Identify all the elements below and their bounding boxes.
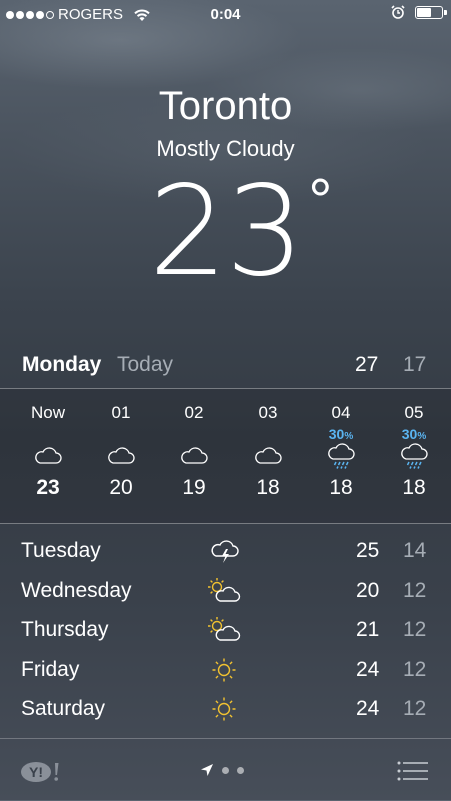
hour-temp: 19: [182, 476, 206, 499]
day-high: 20: [356, 578, 380, 602]
hour-column-now: Now 23: [18, 389, 78, 523]
current-temperature: 23 °: [0, 160, 451, 304]
today-day-name: Monday: [22, 353, 102, 376]
hour-temp: 18: [329, 476, 353, 499]
hour-temp: 18: [256, 476, 280, 499]
svg-text:Y!: Y!: [29, 764, 43, 780]
day-row-tuesday: Tuesday 25 14: [0, 532, 451, 572]
hour-time: 01: [111, 403, 131, 422]
partly-cloudy-icon: [208, 577, 241, 602]
cloud-icon: [181, 447, 208, 464]
today-low: 17: [403, 353, 427, 376]
hour-temp: 20: [109, 476, 133, 499]
condition-text: Mostly Cloudy: [156, 136, 295, 161]
day-low: 12: [403, 618, 427, 641]
day-high: 24: [356, 657, 380, 681]
hour-time: 05: [404, 403, 424, 422]
day-row-saturday: Saturday 24 12: [0, 690, 451, 730]
city-name: Toronto: [158, 84, 293, 128]
hour-column-04: 04 30% 18: [311, 389, 371, 523]
status-right: [391, 5, 447, 19]
day-name: Wednesday: [21, 578, 132, 602]
list-icon[interactable]: [397, 761, 429, 781]
day-low: 12: [403, 697, 427, 720]
day-high: 21: [356, 618, 380, 641]
day-row-friday: Friday 24 12: [0, 651, 451, 691]
day-low: 14: [403, 539, 427, 562]
rain-cloud-icon: [401, 443, 428, 469]
cloud-icon: [35, 447, 62, 464]
degree-symbol: °: [308, 167, 333, 234]
day-high: 25: [356, 539, 380, 562]
hour-time: 04: [331, 403, 351, 422]
hour-column-05: 05 30% 18: [384, 389, 444, 523]
today-high: 27: [355, 353, 379, 376]
day-name: Friday: [21, 657, 80, 681]
day-high: 24: [356, 697, 380, 720]
location-arrow-icon: [201, 764, 213, 776]
day-row-thursday: Thursday 21 12: [0, 611, 451, 651]
hour-temp: 18: [402, 476, 426, 499]
today-label: Today: [117, 353, 174, 376]
hour-column-03: 03 18: [238, 389, 298, 523]
hour-temp: 23: [36, 476, 60, 499]
day-name: Thursday: [21, 618, 109, 641]
alarm-clock-icon: [391, 5, 405, 19]
cloud-icon: [255, 447, 282, 464]
page-dot: [237, 766, 244, 774]
temperature-value: 23: [148, 160, 305, 304]
hour-time: Now: [30, 403, 65, 422]
rain-cloud-icon: [328, 443, 355, 469]
sun-icon: [212, 658, 236, 681]
clock: 0:04: [210, 6, 241, 23]
day-low: 12: [403, 657, 427, 681]
page-dot: [222, 766, 229, 774]
hourly-forecast[interactable]: Now 23 01 20 02 19 03 18 04 30% 18 05 30…: [0, 388, 451, 524]
bottom-toolbar: Y!: [0, 738, 451, 801]
precip-chance: 30%: [401, 426, 427, 442]
day-name: Tuesday: [21, 539, 101, 562]
cloud-icon: [108, 447, 135, 464]
day-row-wednesday: Wednesday 20 12: [0, 572, 451, 612]
hour-column-02: 02 19: [164, 389, 224, 523]
yahoo-logo-button[interactable]: Y!: [20, 761, 64, 783]
day-low: 12: [403, 578, 427, 602]
status-bar: ROGERS 0:04: [0, 0, 451, 30]
partly-cloudy-icon: [208, 617, 241, 641]
sun-icon: [212, 697, 236, 721]
precip-chance: 30%: [328, 426, 354, 442]
today-summary-row: Monday Today 27 17: [0, 347, 451, 387]
hour-time: 03: [258, 403, 278, 422]
hour-column-01: 01 20: [91, 389, 151, 523]
page-indicator[interactable]: [200, 763, 244, 777]
hour-time: 02: [184, 403, 204, 422]
thunderstorm-icon: [211, 540, 239, 563]
day-name: Saturday: [21, 697, 106, 720]
battery-icon: [415, 5, 447, 19]
daily-forecast-list[interactable]: Tuesday 25 14 Wednesday 20 12 Thursday 2…: [0, 532, 451, 730]
